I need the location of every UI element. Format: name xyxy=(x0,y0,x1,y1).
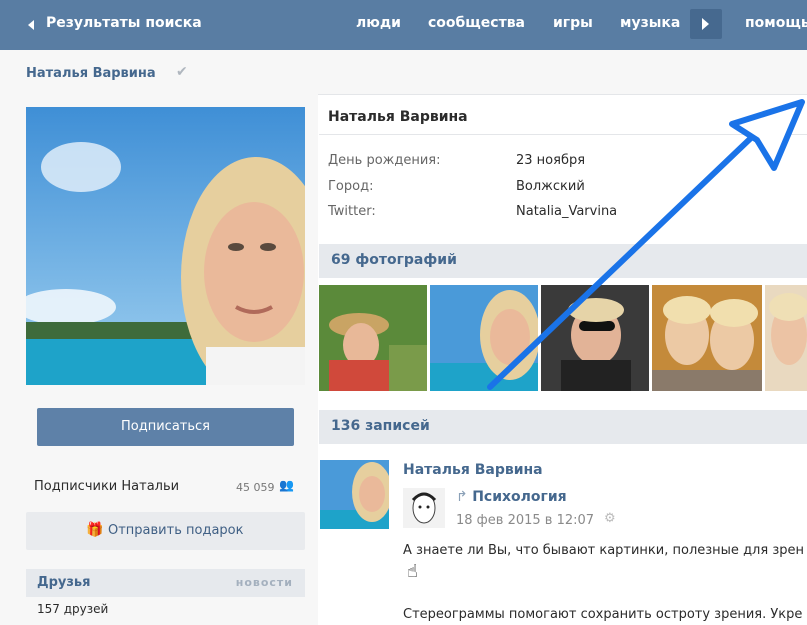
gear-icon[interactable]: ⚙ xyxy=(604,511,616,526)
gift-icon: 🎁 xyxy=(86,522,104,538)
posts-header: 136 записей xyxy=(319,410,807,444)
send-gift-label: Отправить подарок xyxy=(108,523,244,538)
nav-help[interactable]: помощь xyxy=(745,15,807,31)
photo-thumbnail[interactable] xyxy=(430,285,538,391)
repost-source-link[interactable]: ↱ Психология xyxy=(456,489,567,505)
nav-people[interactable]: люди xyxy=(356,15,401,31)
followers-count: 45 059 xyxy=(236,481,275,494)
pointing-hand-icon: ☝ xyxy=(407,561,418,582)
people-icon: 👥 xyxy=(279,478,294,492)
birthday-label: День рождения: xyxy=(328,153,441,168)
verified-check-icon: ✔ xyxy=(176,64,188,80)
photos-title[interactable]: 69 фотографий xyxy=(331,252,457,268)
post-author-link[interactable]: Наталья Варвина xyxy=(403,462,543,478)
photo-thumbnail[interactable] xyxy=(319,285,427,391)
repost-source-name: Психология xyxy=(472,489,567,505)
profile-avatar[interactable] xyxy=(26,107,305,385)
friends-title[interactable]: Друзья xyxy=(37,575,90,590)
post-date[interactable]: 18 фев 2015 в 12:07 xyxy=(456,513,594,528)
repost-source-avatar[interactable] xyxy=(403,488,445,528)
twitter-label: Twitter: xyxy=(328,204,376,219)
friends-count[interactable]: 157 друзей xyxy=(37,602,108,616)
nav-more-button[interactable] xyxy=(690,9,722,39)
photo-thumbnail[interactable] xyxy=(765,285,807,391)
photo-thumbnail[interactable] xyxy=(652,285,762,391)
city-value[interactable]: Волжский xyxy=(516,179,585,194)
share-arrow-icon: ↱ xyxy=(456,489,473,505)
friends-header: Друзья новости xyxy=(26,569,305,597)
back-to-search-link[interactable]: Результаты поиска xyxy=(46,15,202,31)
page-title: Наталья Варвина xyxy=(26,66,156,81)
top-navigation-bar: Результаты поиска люди сообщества игры м… xyxy=(0,0,807,50)
friends-news-link[interactable]: новости xyxy=(236,576,293,589)
nav-communities[interactable]: сообщества xyxy=(428,15,525,31)
back-arrow-icon[interactable] xyxy=(28,20,34,30)
profile-name: Наталья Варвина xyxy=(328,109,468,125)
post-text: А знаете ли Вы, что бывают картинки, пол… xyxy=(403,543,804,558)
subscribe-button[interactable]: Подписаться xyxy=(37,408,294,446)
play-arrow-icon xyxy=(702,18,709,30)
posts-title[interactable]: 136 записей xyxy=(331,418,430,434)
left-gutter xyxy=(0,94,13,625)
page-header: Наталья Варвина ✔ xyxy=(0,50,807,95)
post-author-avatar[interactable] xyxy=(320,460,389,529)
nav-games[interactable]: игры xyxy=(553,15,593,31)
photos-header: 69 фотографий xyxy=(319,244,807,278)
twitter-value[interactable]: Natalia_Varvina xyxy=(516,204,617,219)
send-gift-button[interactable]: 🎁 Отправить подарок xyxy=(26,512,305,550)
city-label: Город: xyxy=(328,179,374,194)
birthday-value[interactable]: 23 ноября xyxy=(516,153,585,168)
nav-music[interactable]: музыка xyxy=(620,15,680,31)
divider xyxy=(319,134,807,135)
post-text: Стереограммы помогают сохранить остроту … xyxy=(403,607,803,622)
photo-thumbnail[interactable] xyxy=(541,285,649,391)
followers-link[interactable]: Подписчики Натальи xyxy=(34,479,179,494)
